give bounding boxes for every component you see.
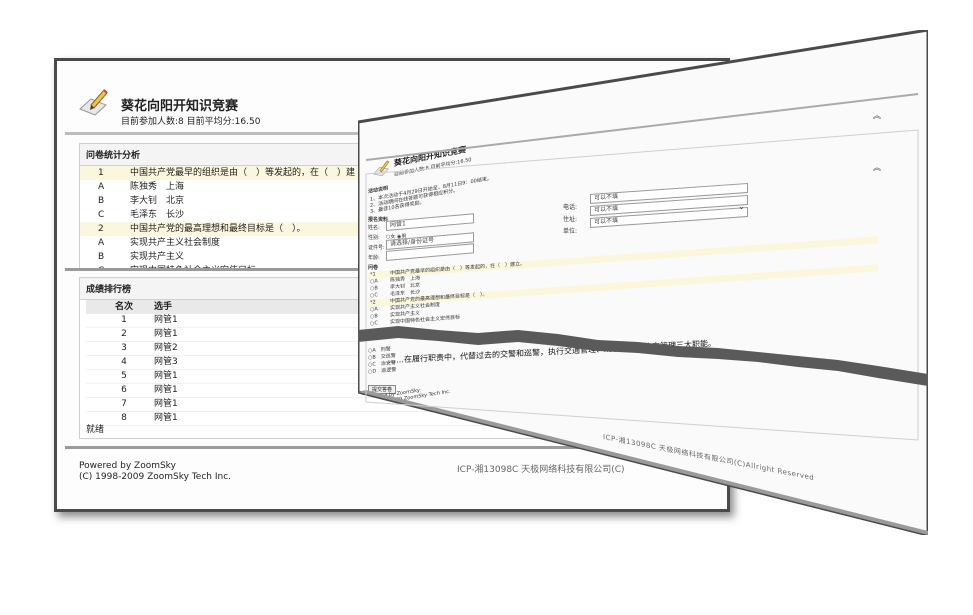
- row-key: 1: [98, 168, 104, 178]
- rank-cell: 1: [121, 315, 127, 325]
- site-title: 葵花向阳开知识竞赛: [121, 99, 239, 114]
- footer-copyright: ICP-湘13098C 天极网络科技有限公司(C): [457, 465, 625, 475]
- phone-label: 电话:: [563, 204, 578, 211]
- player-cell: 网管1: [154, 315, 178, 325]
- player-cell: 网管1: [154, 385, 178, 395]
- player-cell: 网管1: [154, 371, 178, 381]
- row-text: 陈独秀 上海: [130, 182, 185, 192]
- footer-powered: Powered by ZoomSky (C) 1998-2009 ZoomSky…: [79, 461, 231, 483]
- status-text: 就绪: [86, 425, 105, 435]
- row-key: C: [98, 210, 105, 220]
- rank-cell: 7: [121, 399, 127, 409]
- answer-list: ○A 刑警 ○B 交巡警 ○C 治安警 ○D 巡逻警: [368, 341, 468, 376]
- row-text: 实现共产主义社会制度: [130, 238, 221, 248]
- site-stats: 目前参加人数:8 目前平均分:16.50: [121, 117, 261, 127]
- row-key: 2: [98, 224, 104, 234]
- chevron-down-icon[interactable]: ⌄: [738, 202, 745, 211]
- col-rank-header: 名次: [114, 302, 133, 312]
- player-cell: 网管2: [154, 343, 178, 353]
- id-label: 证件号:: [368, 245, 385, 251]
- row-key: A: [98, 238, 105, 248]
- rank-cell: 2: [121, 329, 127, 339]
- collapse-icon[interactable]: ︽: [873, 162, 881, 173]
- gender-label: 性别:: [368, 235, 380, 241]
- player-cell: 网管1: [154, 413, 178, 423]
- age-label: 年龄:: [368, 255, 380, 261]
- collapse-icon[interactable]: ︽: [873, 110, 881, 121]
- row-key: A: [98, 182, 105, 192]
- row-text: 实现共产主义: [130, 252, 185, 262]
- reg-title: 报名资料: [368, 217, 389, 223]
- row-key: ○C: [370, 320, 378, 327]
- row-key: B: [98, 252, 105, 262]
- questions-title: 问卷: [368, 265, 379, 271]
- name-input[interactable]: 网管1: [386, 213, 474, 231]
- pencil-paper-icon: [373, 160, 390, 177]
- name-label: 姓名:: [368, 225, 380, 231]
- player-cell: 网管1: [154, 329, 178, 339]
- row-key: B: [98, 196, 105, 206]
- row-text: 李大钊 北京: [130, 196, 185, 206]
- col-player-header: 选手: [154, 302, 173, 312]
- footer-line1: Powered by ZoomSky: [79, 461, 176, 471]
- footer-line2: (C) 1998-2009 ZoomSky Tech Inc.: [79, 472, 232, 482]
- unit-label: 单位:: [563, 228, 578, 235]
- row-text: 中国共产党的最高理想和最终目标是（ ）。: [130, 224, 306, 234]
- player-cell: 网管3: [154, 357, 178, 367]
- rank-cell: 5: [121, 371, 127, 381]
- address-label: 住址:: [563, 216, 578, 223]
- pencil-paper-icon: [79, 89, 108, 116]
- rank-cell: 4: [121, 357, 127, 367]
- row-text: 中国共产党最早的组织是由（ ）等发起的，在（ ）建: [130, 168, 356, 178]
- rank-cell: 3: [121, 343, 127, 353]
- player-cell: 网管1: [154, 399, 178, 409]
- rank-cell: 8: [121, 413, 127, 423]
- rank-cell: 6: [121, 385, 127, 395]
- row-text: 毛泽东 长沙: [130, 210, 185, 220]
